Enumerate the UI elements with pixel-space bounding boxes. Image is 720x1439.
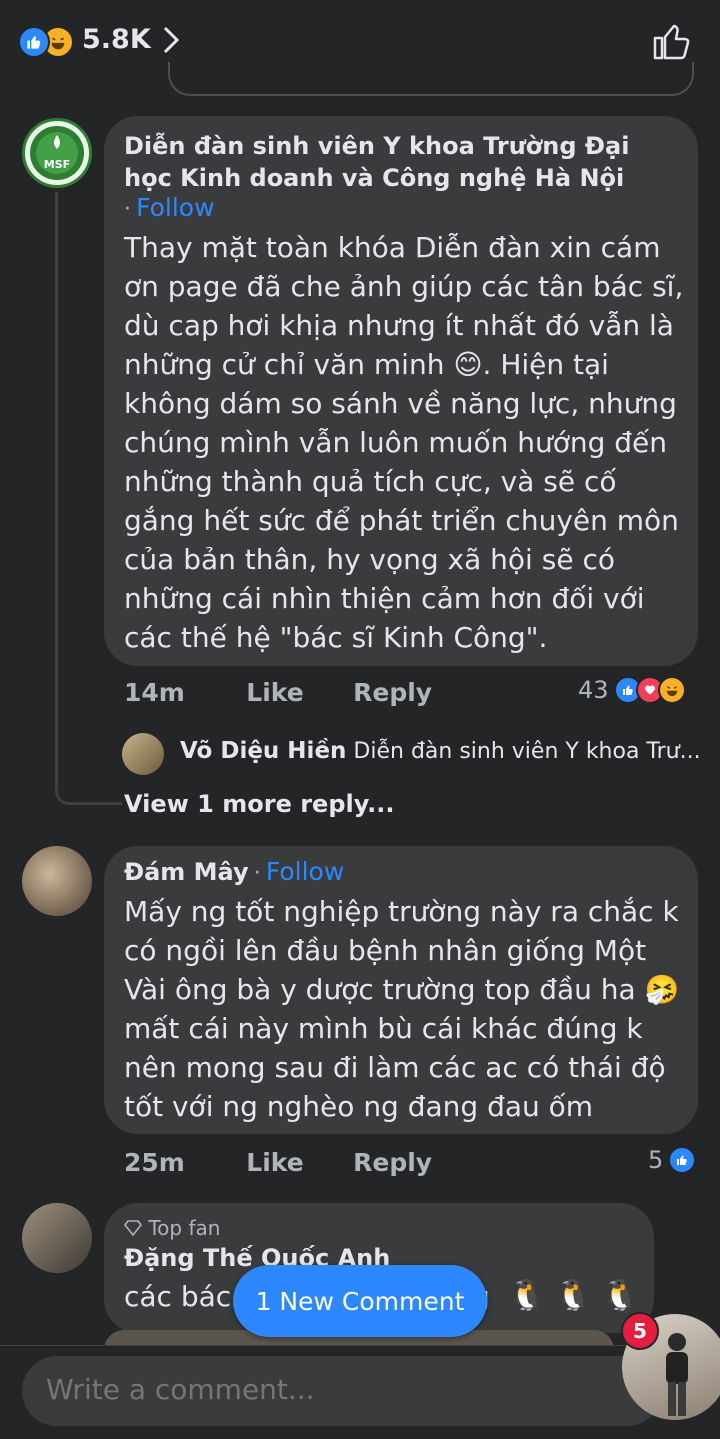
total-reaction-count[interactable]: 5.8K — [82, 24, 151, 55]
reaction-count: 43 — [578, 676, 609, 704]
like-button[interactable]: Like — [246, 1148, 303, 1177]
follow-row: · Follow — [124, 193, 215, 222]
previous-comment-edge — [168, 62, 694, 96]
view-more-replies-link[interactable]: View 1 more reply... — [124, 790, 395, 818]
commenter-name[interactable]: Đám Mây — [124, 858, 249, 886]
follow-link[interactable]: Follow — [266, 857, 344, 886]
like-button[interactable]: Like — [246, 678, 303, 707]
haha-reaction-icon — [657, 676, 686, 704]
comment-actions: 14m Like Reply — [124, 678, 432, 707]
like-reaction-icon — [18, 26, 50, 58]
penguin-emoji: 🐧 🐧 🐧 — [508, 1278, 640, 1313]
chevron-right-icon[interactable] — [160, 24, 182, 56]
reply-avatar[interactable] — [122, 733, 164, 775]
notification-badge: 5 — [621, 1312, 659, 1350]
reply-button[interactable]: Reply — [353, 1148, 432, 1177]
reaction-summary[interactable] — [18, 26, 80, 58]
reply-preview-text: Diễn đàn sinh viên Y khoa Trư... — [353, 739, 700, 764]
top-fan-badge: Top fan — [123, 1216, 221, 1240]
comment-reactions[interactable]: 5 — [648, 1146, 697, 1174]
reaction-count: 5 — [648, 1146, 664, 1174]
timestamp: 25m — [124, 1148, 185, 1177]
thread-branch — [55, 747, 122, 805]
diamond-icon — [123, 1220, 143, 1237]
avatar[interactable] — [22, 846, 92, 916]
avatar-logo-text: MSF — [44, 158, 70, 171]
separator-dot: · — [124, 197, 131, 222]
timestamp: 14m — [124, 678, 185, 707]
like-reaction-icon — [668, 1146, 697, 1174]
comment-actions: 25m Like Reply — [124, 1148, 432, 1177]
comment-text: Thay mặt toàn khóa Diễn đàn xin cám ơn p… — [124, 231, 684, 654]
comment-text: các bác — [124, 1280, 232, 1313]
commenter-name[interactable]: Diễn đàn sinh viên Y khoa Trường Đại học… — [124, 130, 664, 194]
like-outline-icon[interactable] — [652, 20, 692, 62]
comment-text: Mấy ng tốt nghiệp trường này ra chắc k c… — [124, 895, 680, 1123]
separator-dot: · — [253, 861, 261, 886]
reply-preview[interactable]: Võ Diệu Hiền Diễn đàn sinh viên Y khoa T… — [180, 738, 700, 764]
comment-header: Đám Mây · Follow — [124, 857, 344, 886]
follow-link[interactable]: Follow — [136, 193, 214, 222]
avatar[interactable] — [22, 1203, 92, 1273]
reply-author-name: Võ Diệu Hiền — [180, 738, 347, 764]
avatar[interactable]: MSF — [22, 118, 92, 188]
comment-reactions[interactable]: 43 — [578, 676, 686, 704]
new-comment-button[interactable]: 1 New Comment — [233, 1265, 487, 1337]
reply-button[interactable]: Reply — [353, 678, 432, 707]
badge-label: Top fan — [148, 1216, 221, 1240]
comment-input[interactable] — [44, 1372, 608, 1407]
